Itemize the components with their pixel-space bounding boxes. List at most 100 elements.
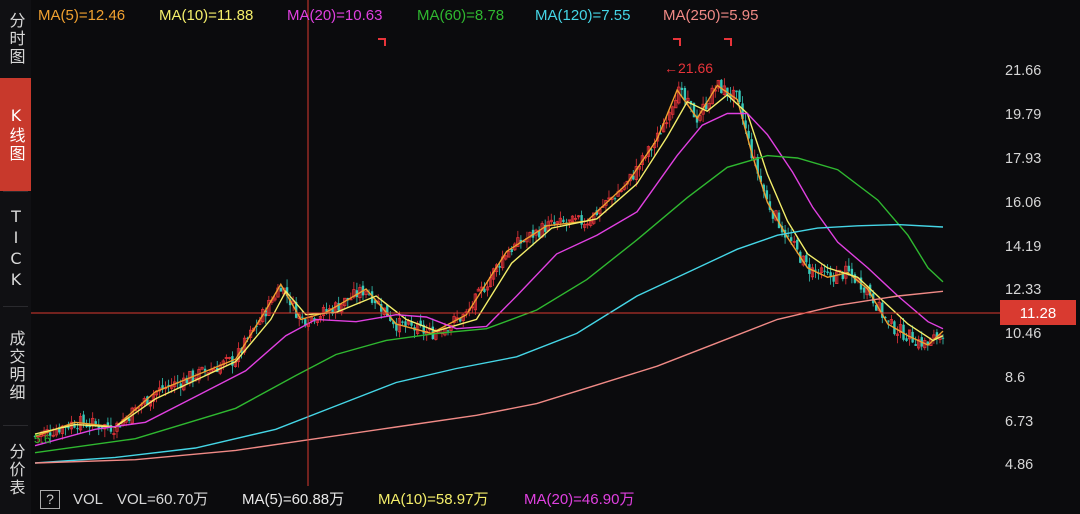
candle [112,427,116,440]
candle [507,246,511,258]
kline-chart[interactable]: ←21.66 5.6 MA(5)=12.46 MA(10)=11.88 MA(20)… [0,0,1080,486]
candle [334,301,338,319]
candle [613,196,617,202]
candle [452,313,456,327]
candle [832,272,835,287]
candle [182,372,186,392]
candle [294,296,298,319]
low-price-label: 5.6 [34,432,51,446]
candle [907,329,912,346]
price-tick-label: 6.73 [1005,414,1033,430]
marker-bracket [378,38,386,46]
candle [576,214,581,220]
vol-value: VOL=60.70万 [117,491,209,508]
candle [777,209,781,229]
candle [546,216,550,232]
candle [792,235,796,247]
ma-legend-item: MA(250)=5.95 [663,7,758,24]
price-tick-label: 10.46 [1005,326,1041,342]
ma-line-ma10 [34,93,944,435]
candle [932,329,936,344]
candle [488,271,493,288]
candle [534,228,538,242]
candle [461,312,465,328]
price-tick-label: 16.06 [1005,195,1041,211]
candle [455,310,459,323]
ma-legend: MA(5)=12.46 MA(10)=11.88 MA(20)=10.63 MA(60… [38,7,758,24]
candle [224,354,228,367]
vol-ma20: MA(20)=46.90万 [524,491,635,508]
vol-label[interactable]: VOL [73,490,103,509]
ma-legend-item: MA(10)=11.88 [159,7,253,24]
candle [106,417,110,431]
price-tick-label: 8.6 [1005,370,1025,386]
candle [315,319,320,326]
candle [525,231,529,249]
help-icon[interactable]: ? [40,490,60,509]
price-tick-label: 21.66 [1005,63,1041,79]
candles-layer [33,78,945,444]
candle [473,293,477,316]
candle [88,418,91,436]
candle [671,105,675,119]
candle [826,264,829,276]
price-tick-label: 17.93 [1005,151,1041,167]
ma-legend-item: MA(60)=8.78 [417,7,504,24]
candle [722,78,726,96]
high-price-label: ←21.66 [664,60,713,76]
candle [555,220,559,231]
marker-bracket [724,38,732,46]
ma-legend-item: MA(20)=10.63 [287,7,382,24]
vol-ma5: MA(5)=60.88万 [242,491,345,508]
candle [200,366,204,371]
candle [364,290,368,299]
candle [917,335,921,351]
price-tick-label: 14.19 [1005,239,1041,255]
candle [549,213,553,226]
candle [926,341,930,351]
candle [395,318,398,337]
candle [889,314,893,325]
marker-bracket [673,38,681,46]
candle [898,317,903,339]
candle [422,320,425,341]
ma-legend-item: MA(5)=12.46 [38,7,125,24]
candle [720,79,723,94]
price-tick-label: 4.86 [1005,457,1033,473]
candle [504,254,508,261]
candle [580,210,583,229]
candle [161,377,164,393]
candle [810,263,815,280]
candle [97,418,100,436]
candle [573,214,578,222]
candle [54,424,58,438]
candle [358,284,362,305]
candle [616,183,620,197]
candle [850,262,854,284]
candle [668,110,672,128]
candle [331,305,334,316]
candle [157,380,162,397]
candle [819,263,824,279]
candle [738,89,741,104]
candle [914,336,917,346]
price-axis: 21.66 19.79 17.93 16.06 14.19 12.33 10.46 8.6 6.… [1005,63,1041,473]
candle [209,362,213,374]
candle [817,268,820,280]
price-tick-label: 12.33 [1005,282,1041,298]
candle [501,250,505,271]
candle [570,215,575,223]
ma-line-ma250 [34,290,944,464]
candle [583,218,587,232]
ma-legend-item: MA(120)=7.55 [535,7,630,24]
candle [91,412,95,431]
candle [562,216,565,224]
vol-ma10: MA(10)=58.97万 [378,491,489,508]
candle [355,282,359,303]
ma-line-ma60 [34,154,944,454]
candle [476,287,480,292]
current-price-label: 11.28 [1020,305,1056,322]
candle [227,356,231,360]
price-tick-label: 19.79 [1005,107,1041,123]
candle [191,368,195,388]
